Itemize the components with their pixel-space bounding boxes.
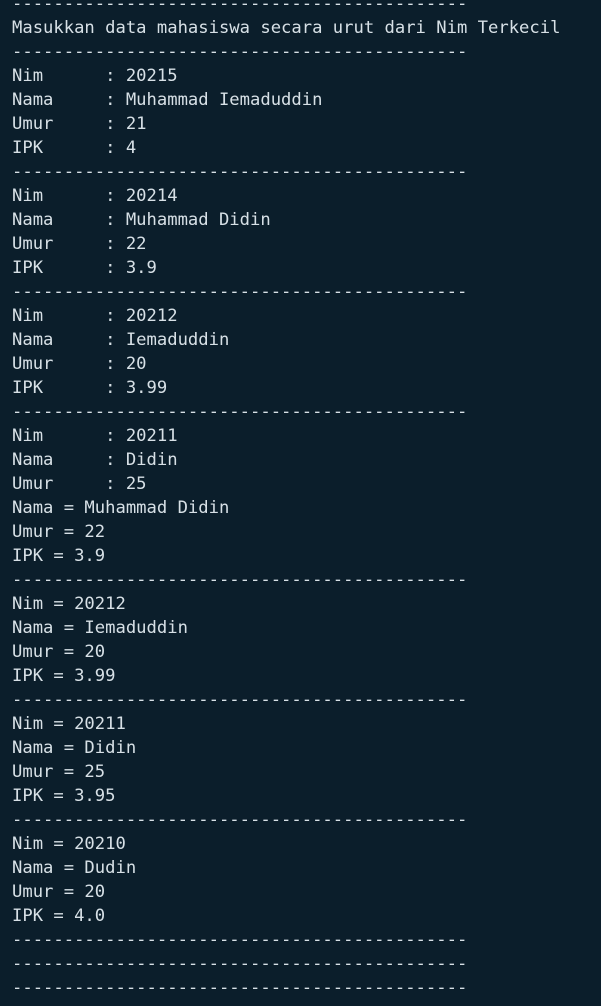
ipk-line: IPK : 3.9 [12,258,157,278]
umur-line: Umur : 25 [12,474,147,494]
separator-line: ----------------------------------------… [12,0,468,14]
result-nim-line: Nim = 20210 [12,834,126,854]
separator-line: ----------------------------------------… [12,978,468,998]
result-nama-line: Nama = Muhammad Didin [12,498,230,518]
nim-line: Nim : 20215 [12,66,178,86]
result-nim-line: Nim = 20212 [12,594,126,614]
result-nama-line: Nama = Iemaduddin [12,618,188,638]
separator-line: ----------------------------------------… [12,930,468,950]
nim-line: Nim : 20212 [12,306,178,326]
result-ipk-line: IPK = 3.95 [12,786,116,806]
separator-line: ----------------------------------------… [12,810,468,830]
separator-line: ----------------------------------------… [12,954,468,974]
ipk-line: IPK : 4 [12,138,137,158]
umur-line: Umur : 20 [12,354,147,374]
result-ipk-line: IPK = 4.0 [12,906,106,926]
nama-line: Nama : Didin [12,450,178,470]
nama-line: Nama : Muhammad Didin [12,210,271,230]
separator-line: ----------------------------------------… [12,570,468,590]
separator-line: ----------------------------------------… [12,402,468,422]
terminal-output: ----------------------------------------… [0,0,601,998]
nim-line: Nim : 20211 [12,426,178,446]
result-ipk-line: IPK = 3.9 [12,546,106,566]
result-umur-line: Umur = 20 [12,642,106,662]
nim-line: Nim : 20214 [12,186,178,206]
result-umur-line: Umur = 22 [12,522,106,542]
separator-line: ----------------------------------------… [12,690,468,710]
result-nama-line: Nama = Didin [12,738,137,758]
separator-line: ----------------------------------------… [12,282,468,302]
ipk-line: IPK : 3.99 [12,378,168,398]
nama-line: Nama : Iemaduddin [12,330,230,350]
umur-line: Umur : 21 [12,114,147,134]
result-umur-line: Umur = 25 [12,762,106,782]
separator-line: ----------------------------------------… [12,162,468,182]
umur-line: Umur : 22 [12,234,147,254]
result-ipk-line: IPK = 3.99 [12,666,116,686]
result-nama-line: Nama = Dudin [12,858,137,878]
result-nim-line: Nim = 20211 [12,714,126,734]
separator-line: ----------------------------------------… [12,42,468,62]
nama-line: Nama : Muhammad Iemaduddin [12,90,323,110]
prompt-line: Masukkan data mahasiswa secara urut dari… [12,18,561,38]
result-umur-line: Umur = 20 [12,882,106,902]
